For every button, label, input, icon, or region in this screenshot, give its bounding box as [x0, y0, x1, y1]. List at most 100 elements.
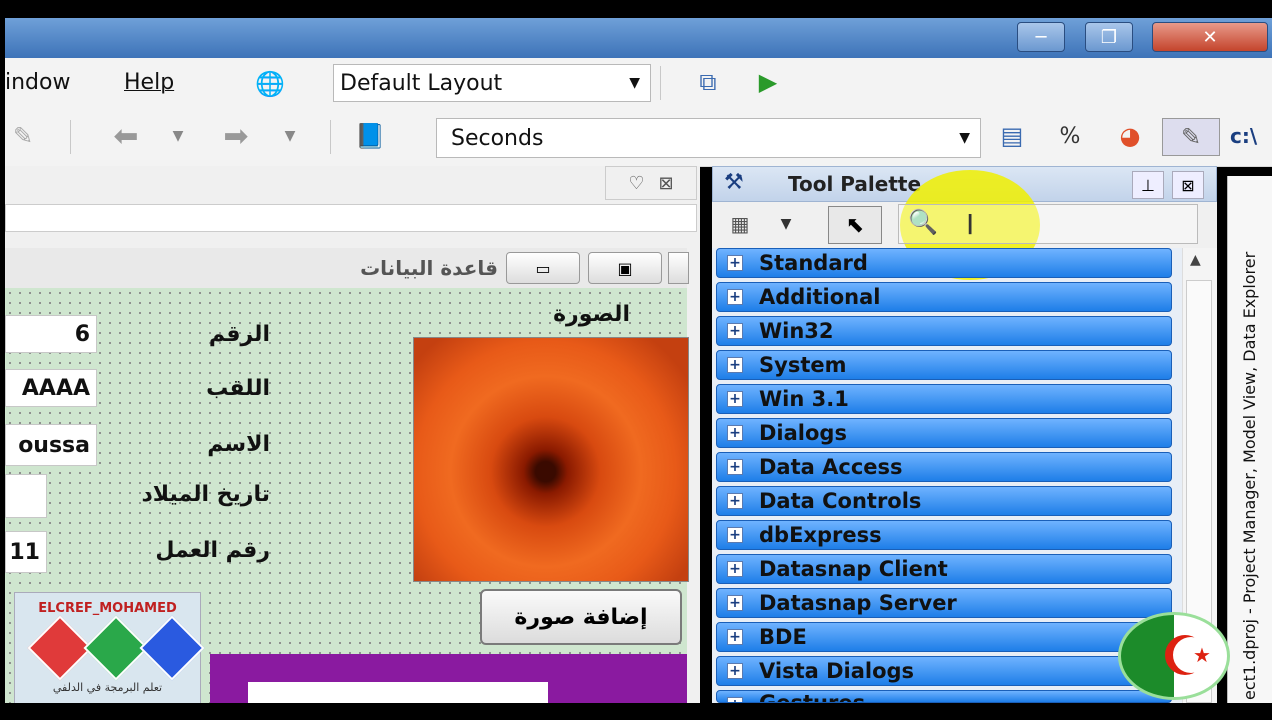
- text-cursor-icon: I: [966, 208, 975, 241]
- side-tab-label[interactable]: ect1.dproj - Project Manager, Model View…: [1230, 180, 1268, 700]
- search-icon: 🔍: [908, 208, 938, 236]
- pen-icon[interactable]: ✎: [5, 118, 41, 154]
- category-dialogs[interactable]: + Dialogs: [716, 418, 1172, 448]
- help-book-icon[interactable]: 📘: [352, 118, 388, 154]
- category-label: Win 3.1: [759, 387, 849, 411]
- star-icon: ★: [1193, 643, 1211, 667]
- pointer-icon[interactable]: ⬉: [828, 206, 882, 244]
- category-bde[interactable]: + BDE: [716, 622, 1172, 652]
- units-combo[interactable]: Seconds ▼: [436, 118, 981, 158]
- category-dbexpress[interactable]: + dbExpress: [716, 520, 1172, 550]
- add-image-button[interactable]: إضافة صورة: [480, 589, 682, 645]
- algerian-flag-icon: ★: [1118, 612, 1230, 700]
- purple-panel-input[interactable]: [248, 682, 548, 703]
- designer-header-strip: [5, 204, 697, 232]
- category-win31[interactable]: + Win 3.1: [716, 384, 1172, 414]
- designer-tab-buttons: ♡ ⊠: [605, 166, 697, 200]
- window-title-bar: [5, 18, 1272, 58]
- expand-icon: +: [727, 289, 743, 305]
- back-dropdown-icon[interactable]: ▼: [160, 118, 196, 154]
- category-data-controls[interactable]: + Data Controls: [716, 486, 1172, 516]
- menu-help[interactable]: Help: [124, 70, 174, 95]
- category-label: Gestures: [759, 691, 866, 703]
- layout-combo-value: Default Layout: [340, 70, 503, 96]
- letterbox-top: [0, 0, 1272, 18]
- category-win32[interactable]: + Win32: [716, 316, 1172, 346]
- toolbar-separator: [660, 66, 661, 100]
- birth-date-field[interactable]: [5, 474, 47, 518]
- categories-icon[interactable]: ▦: [722, 206, 758, 242]
- category-label: System: [759, 353, 847, 377]
- path-text: c:\: [1230, 124, 1258, 148]
- category-label: Additional: [759, 285, 881, 309]
- minimize-button[interactable]: ─: [1017, 22, 1065, 52]
- close-icon[interactable]: ⊠: [659, 173, 674, 194]
- pie-chart-icon[interactable]: ◕: [1112, 118, 1148, 154]
- chevron-down-icon[interactable]: ♡: [628, 173, 644, 194]
- logo-subtitle: تعلم البرمجة في الدلفي: [52, 681, 163, 694]
- forward-arrow-icon[interactable]: ➡: [218, 118, 254, 154]
- birth-date-label: تاريخ الميلاد: [141, 482, 271, 507]
- category-standard[interactable]: + Standard: [716, 248, 1172, 278]
- expand-icon: +: [727, 561, 743, 577]
- chevron-down-icon[interactable]: ▼: [959, 130, 970, 146]
- expand-icon: +: [727, 663, 743, 679]
- palette-search-input[interactable]: [898, 204, 1198, 244]
- category-label: Datasnap Server: [759, 591, 957, 615]
- flower-image[interactable]: [413, 337, 689, 582]
- tool-palette-title: Tool Palette: [788, 172, 922, 196]
- chevron-down-icon[interactable]: ▼: [768, 206, 804, 242]
- form-close-button[interactable]: [668, 252, 689, 284]
- category-system[interactable]: + System: [716, 350, 1172, 380]
- chevron-down-icon[interactable]: ▼: [629, 75, 640, 91]
- layout-combo[interactable]: Default Layout ▼: [333, 64, 651, 102]
- logo-name: ELCREF_MOHAMED: [38, 601, 177, 616]
- pin-icon[interactable]: ⊥: [1132, 171, 1164, 199]
- category-label: Vista Dialogs: [759, 659, 915, 683]
- category-datasnap-client[interactable]: + Datasnap Client: [716, 554, 1172, 584]
- report-icon[interactable]: ▤: [994, 118, 1030, 154]
- save-desktop-icon[interactable]: ⧉: [690, 64, 726, 100]
- category-vista-dialogs[interactable]: + Vista Dialogs: [716, 656, 1172, 686]
- logo-blue-cube-icon: [139, 615, 205, 681]
- category-label: BDE: [759, 625, 807, 649]
- scroll-up-icon[interactable]: ▲: [1190, 252, 1201, 268]
- expand-icon: +: [727, 527, 743, 543]
- maximize-button[interactable]: ❐: [1085, 22, 1133, 52]
- image-label: الصورة: [553, 302, 630, 327]
- category-data-access[interactable]: + Data Access: [716, 452, 1172, 482]
- expand-icon: +: [727, 425, 743, 441]
- percent-icon[interactable]: %: [1052, 118, 1088, 154]
- work-number-label: رقم العمل: [155, 538, 270, 563]
- work-number-field[interactable]: 11: [5, 531, 47, 573]
- wrench-icon: ⚒: [724, 170, 744, 195]
- form-minimize-button[interactable]: ▭: [506, 252, 580, 284]
- letterbox-bottom: [0, 703, 1272, 720]
- expand-icon: +: [727, 357, 743, 373]
- surname-field[interactable]: AAAA: [5, 369, 97, 407]
- set-debug-desktop-icon[interactable]: ▶: [750, 64, 786, 100]
- expand-icon: +: [727, 255, 743, 271]
- expand-icon: +: [727, 323, 743, 339]
- category-label: Standard: [759, 251, 868, 275]
- expand-icon: +: [727, 391, 743, 407]
- name-field[interactable]: oussa: [5, 424, 97, 466]
- expand-icon: +: [727, 595, 743, 611]
- surname-label: اللقب: [206, 376, 270, 401]
- forward-dropdown-icon[interactable]: ▼: [272, 118, 308, 154]
- category-gestures[interactable]: +Gestures: [716, 690, 1172, 703]
- form-maximize-button[interactable]: ▣: [588, 252, 662, 284]
- toolbar-separator: [70, 120, 71, 154]
- expand-icon: +: [727, 459, 743, 475]
- paint-icon[interactable]: ✎: [1162, 118, 1220, 156]
- globe-icon[interactable]: 🌐: [252, 66, 288, 102]
- number-field[interactable]: 6: [5, 315, 97, 353]
- form-caption: قاعدة البيانات: [360, 256, 498, 280]
- menu-window[interactable]: indow: [5, 70, 70, 95]
- close-icon[interactable]: ⊠: [1172, 171, 1204, 199]
- category-additional[interactable]: + Additional: [716, 282, 1172, 312]
- back-arrow-icon[interactable]: ⬅: [108, 118, 144, 154]
- close-button[interactable]: ✕: [1152, 22, 1268, 52]
- category-label: Datasnap Client: [759, 557, 948, 581]
- category-datasnap-server[interactable]: + Datasnap Server: [716, 588, 1172, 618]
